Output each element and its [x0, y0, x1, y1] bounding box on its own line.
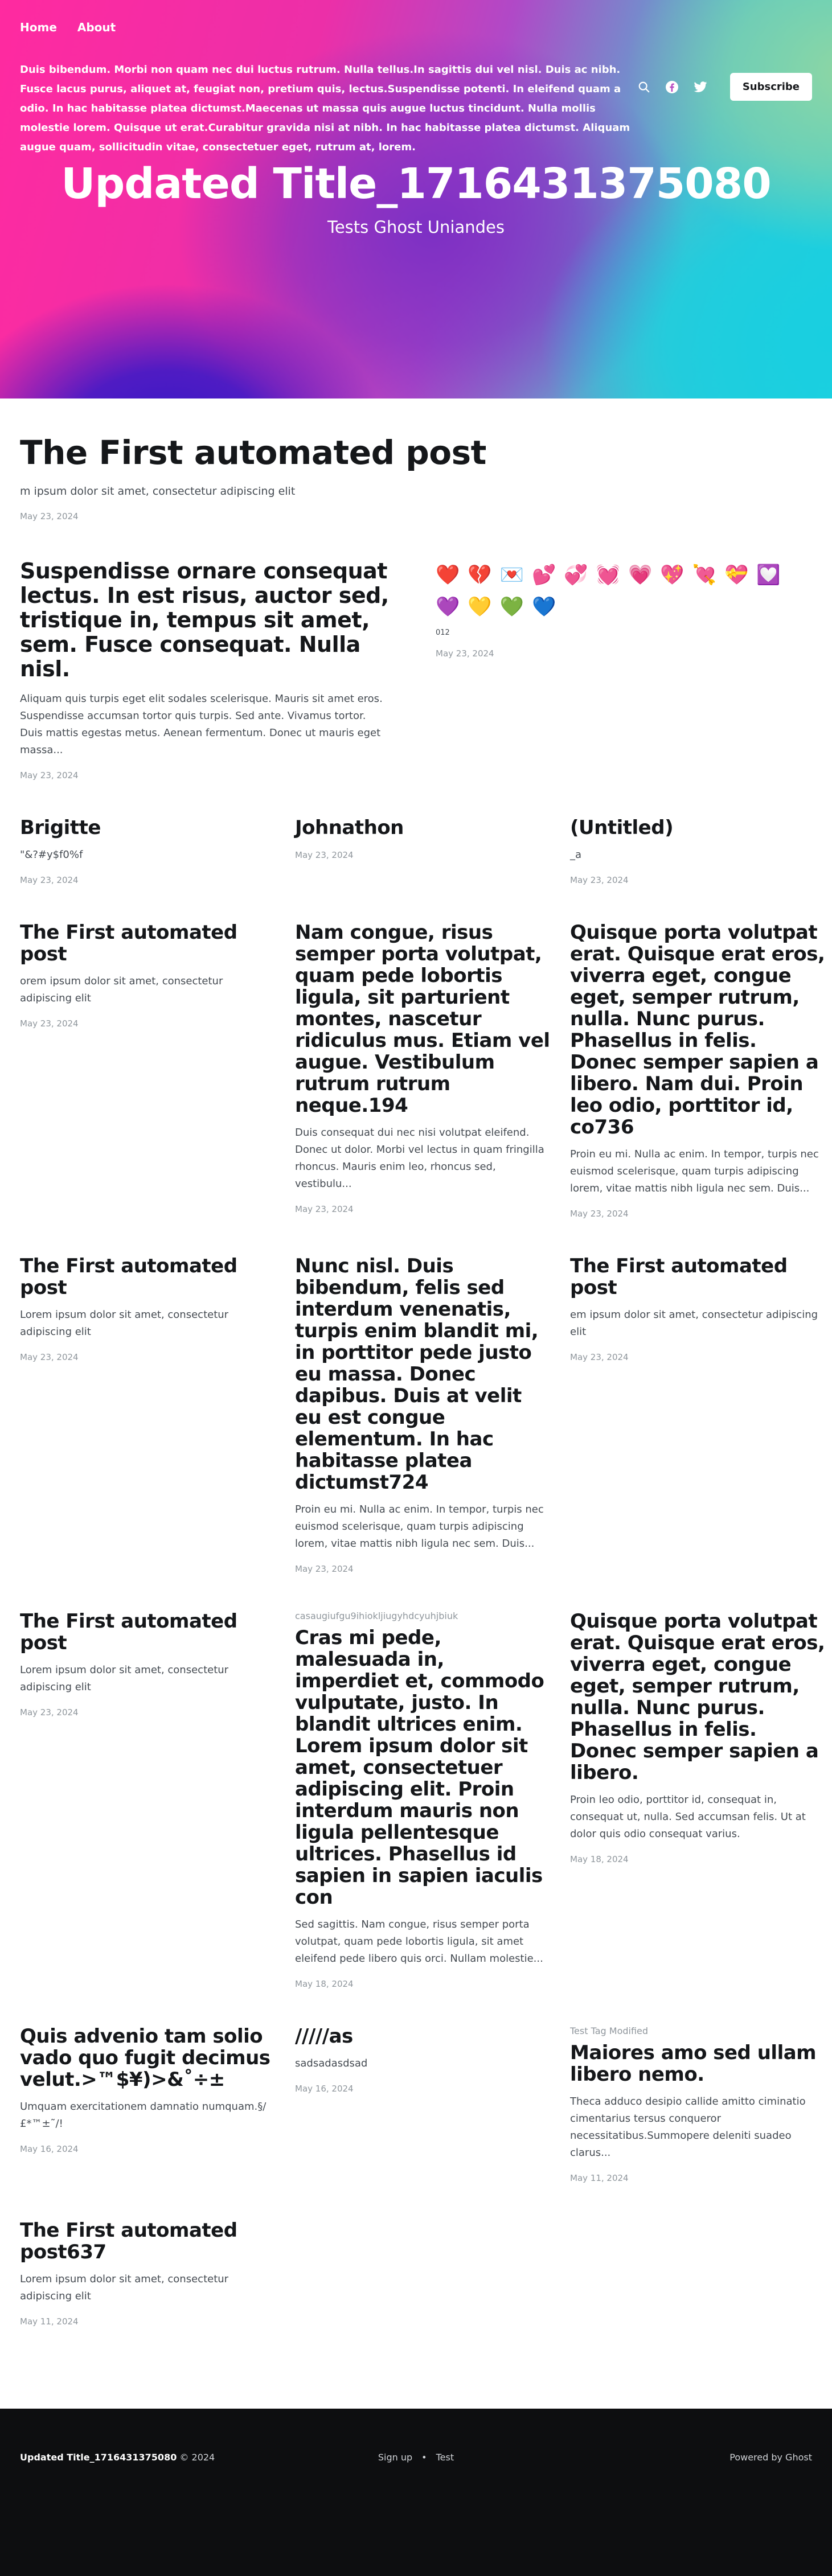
post-card[interactable]: The First automated post Lorem ipsum dolo…	[20, 1610, 276, 1989]
post-excerpt: em ipsum dolor sit amet, consectetur adi…	[570, 1309, 818, 1338]
post-date: May 23, 2024	[295, 1204, 354, 1214]
post-title[interactable]: The First automated post	[20, 922, 276, 965]
post-excerpt: Lorem ipsum dolor sit amet, consectetur …	[20, 2273, 229, 2302]
post-date: May 23, 2024	[436, 648, 494, 659]
post-excerpt: Lorem ipsum dolor sit amet, consectetur …	[20, 1664, 229, 1693]
post-title[interactable]: Suspendisse ornare consequat lectus. In …	[20, 559, 390, 681]
subscribe-button[interactable]: Subscribe	[729, 73, 812, 101]
post-date: May 23, 2024	[20, 511, 79, 521]
post-card[interactable]: Nunc nisl. Duis bibendum, felis sed inte…	[295, 1255, 551, 1574]
nav-home-link[interactable]: Home	[20, 20, 57, 34]
footer-signup-link[interactable]: Sign up	[378, 2452, 412, 2463]
post-excerpt: Theca adduco desipio callide amitto cimi…	[570, 2096, 806, 2159]
post-card[interactable]: The First automated post Lorem ipsum dolo…	[20, 1255, 276, 1574]
post-card[interactable]: Brigitte "&?#y$f0%f May 23, 2024	[20, 817, 276, 885]
post-title[interactable]: Cras mi pede, malesuada in, imperdiet et…	[295, 1627, 551, 1908]
post-card[interactable]: ❤️💔💌💕💞💓💗💖💘💝💟💜💛💚💙 012 May 23, 2024	[436, 559, 806, 780]
site-title: Updated Title_1716431375080	[61, 159, 771, 208]
post-card[interactable]: The First automated post orem ipsum dolor…	[20, 922, 276, 1219]
post-card[interactable]: casaugiufgu9ihiokljiugyhdcyuhjbiuk Cras m…	[295, 1610, 551, 1989]
post-date: May 16, 2024	[295, 2084, 354, 2094]
site-header: Home About Duis bibendum. Morbi non quam…	[0, 0, 832, 398]
header-actions: Subscribe	[638, 73, 812, 101]
post-title[interactable]: The First automated post	[20, 1610, 276, 1654]
post-excerpt: "&?#y$f0%f	[20, 849, 83, 861]
post-date: May 18, 2024	[295, 1979, 354, 1989]
footer-nav: Sign up • Test	[0, 2452, 832, 2463]
post-card[interactable]: Suspendisse ornare consequat lectus. In …	[20, 559, 390, 781]
post-excerpt: _a	[570, 849, 582, 861]
nav-about-link[interactable]: About	[77, 20, 116, 34]
post-date: May 16, 2024	[20, 2144, 79, 2154]
post-excerpt: 012	[436, 628, 450, 637]
post-date: May 23, 2024	[570, 875, 629, 885]
post-card[interactable]: The First automated post637 Lorem ipsum d…	[20, 2220, 276, 2327]
post-date: May 23, 2024	[20, 1707, 79, 1718]
post-date: May 23, 2024	[20, 770, 79, 780]
post-card[interactable]: Quis advenio tam solio vado quo fugit de…	[20, 2026, 276, 2183]
post-card[interactable]: Test Tag Modified Maiores amo sed ullam l…	[570, 2026, 826, 2183]
post-excerpt: Proin eu mi. Nulla ac enim. In tempor, t…	[570, 1148, 819, 1194]
site-subtitle: Tests Ghost Uniandes	[327, 217, 505, 237]
post-tag[interactable]: Test Tag Modified	[570, 2026, 826, 2036]
post-feed: The First automated post m ipsum dolor s…	[0, 398, 832, 2363]
separator-dot: •	[421, 2452, 427, 2463]
post-card[interactable]: (Untitled) _a May 23, 2024	[570, 817, 826, 885]
post-date: May 23, 2024	[570, 1209, 629, 1219]
facebook-icon[interactable]	[665, 80, 679, 94]
search-icon[interactable]	[638, 81, 650, 93]
post-excerpt: Aliquam quis turpis eget elit sodales sc…	[20, 693, 383, 756]
post-date: May 23, 2024	[295, 850, 354, 860]
post-date: May 11, 2024	[20, 2316, 79, 2327]
post-excerpt: Proin eu mi. Nulla ac enim. In tempor, t…	[295, 1503, 544, 1550]
post-title[interactable]: Nunc nisl. Duis bibendum, felis sed inte…	[295, 1255, 551, 1493]
post-date: May 23, 2024	[20, 875, 79, 885]
post-card[interactable]: Johnathon May 23, 2024	[295, 817, 551, 885]
post-title[interactable]: The First automated post	[20, 433, 812, 473]
post-card[interactable]: The First automated post em ipsum dolor s…	[570, 1255, 826, 1574]
post-date: May 23, 2024	[20, 1352, 79, 1362]
main-nav: Home About	[20, 20, 116, 34]
post-title[interactable]: Nam congue, risus semper porta volutpat,…	[295, 922, 551, 1116]
site-description: Duis bibendum. Morbi non quam nec dui lu…	[20, 64, 630, 153]
post-card[interactable]: Quisque porta volutpat erat. Quisque era…	[570, 1610, 826, 1989]
post-excerpt: Umquam exercitationem damnatio numquam.§…	[20, 2101, 267, 2130]
post-excerpt: sadsadasdsad	[295, 2057, 368, 2069]
post-title[interactable]: The First automated post637	[20, 2220, 276, 2263]
post-excerpt: Lorem ipsum dolor sit amet, consectetur …	[20, 1309, 229, 1338]
post-tag[interactable]: casaugiufgu9ihiokljiugyhdcyuhjbiuk	[295, 1610, 551, 1621]
footer-test-link[interactable]: Test	[436, 2452, 454, 2463]
post-title[interactable]: Quisque porta volutpat erat. Quisque era…	[570, 922, 826, 1138]
post-date: May 18, 2024	[570, 1854, 629, 1864]
site-footer: Updated Title_1716431375080 © 2024 Sign …	[0, 2409, 832, 2576]
post-date: May 23, 2024	[295, 1564, 354, 1574]
post-title[interactable]: Quis advenio tam solio vado quo fugit de…	[20, 2026, 276, 2090]
post-title[interactable]: The First automated post	[20, 1255, 276, 1299]
post-title-emoji[interactable]: ❤️💔💌💕💞💓💗💖💘💝💟💜💛💚💙	[436, 559, 806, 623]
featured-post-card[interactable]: The First automated post m ipsum dolor s…	[20, 398, 812, 521]
post-excerpt: orem ipsum dolor sit amet, consectetur a…	[20, 975, 223, 1004]
post-excerpt: Duis consequat dui nec nisi volutpat ele…	[295, 1127, 544, 1190]
post-row-large: Suspendisse ornare consequat lectus. In …	[20, 559, 812, 781]
post-title[interactable]: Johnathon	[295, 817, 551, 839]
post-card[interactable]: Nam congue, risus semper porta volutpat,…	[295, 922, 551, 1219]
post-excerpt: Proin leo odio, porttitor id, consequat …	[570, 1794, 806, 1840]
post-excerpt: Sed sagittis. Nam congue, risus semper p…	[295, 1918, 543, 1965]
post-grid: Brigitte "&?#y$f0%f May 23, 2024 Johnathon M…	[20, 817, 825, 2363]
post-excerpt: m ipsum dolor sit amet, consectetur adip…	[20, 485, 296, 498]
post-card[interactable]: /////as sadsadasdsad May 16, 2024	[295, 2026, 551, 2183]
post-date: May 23, 2024	[20, 1018, 79, 1029]
post-title[interactable]: The First automated post	[570, 1255, 826, 1299]
post-card[interactable]: Quisque porta volutpat erat. Quisque era…	[570, 922, 826, 1219]
post-title[interactable]: /////as	[295, 2026, 551, 2047]
post-date: May 11, 2024	[570, 2173, 629, 2183]
twitter-icon[interactable]	[694, 81, 707, 93]
post-date: May 23, 2024	[570, 1352, 629, 1362]
post-title[interactable]: Quisque porta volutpat erat. Quisque era…	[570, 1610, 826, 1784]
post-title[interactable]: (Untitled)	[570, 817, 826, 839]
powered-by-link[interactable]: Powered by Ghost	[729, 2452, 812, 2463]
post-title[interactable]: Brigitte	[20, 817, 276, 839]
post-title[interactable]: Maiores amo sed ullam libero nemo.	[570, 2042, 826, 2085]
